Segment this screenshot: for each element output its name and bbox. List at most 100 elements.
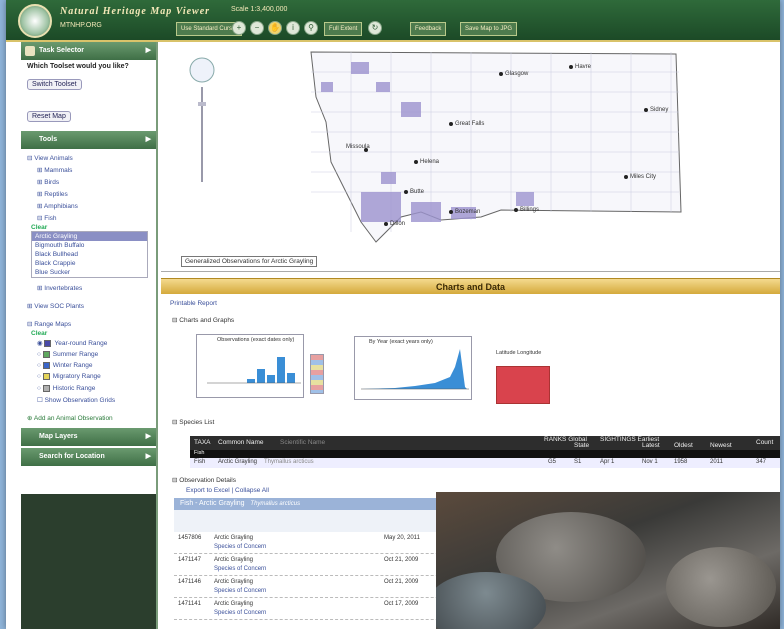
city-label: Butte <box>410 189 425 195</box>
chevron-right-icon: ▶ <box>145 432 151 440</box>
charts-graphs-label: Charts and Graphs <box>179 317 235 324</box>
obs-date: May 20, 2011 <box>384 535 420 541</box>
zoom-out-icon[interactable]: − <box>250 21 264 35</box>
switch-toolset-button[interactable]: Switch Toolset <box>27 79 82 90</box>
refresh-icon[interactable]: ↻ <box>368 21 382 35</box>
obs-id: 1471147 <box>178 557 201 563</box>
range-historic[interactable]: ○ Historic Range <box>21 383 156 394</box>
full-extent-button[interactable]: Full Extent <box>324 22 363 36</box>
table-row[interactable]: 1471147 Arctic Grayling Oct 21, 2009 Spe… <box>174 556 474 576</box>
tree-reptiles[interactable]: ⊞ Reptiles <box>21 188 156 200</box>
table-row[interactable]: 1457806 Arctic Grayling May 20, 2011 Spe… <box>174 534 474 554</box>
col-state: State <box>574 442 590 449</box>
range-swatch <box>42 351 50 358</box>
table-row[interactable]: 1471141 Arctic Grayling Oct 17, 2009 Spe… <box>174 600 474 620</box>
city-label: Miles City <box>630 174 656 180</box>
obs-id: 1471141 <box>178 601 201 607</box>
range-label: Historic Range <box>52 384 96 392</box>
cell: Apr 1 <box>600 459 615 465</box>
cell: 347 <box>756 459 767 465</box>
rock-shape <box>666 547 776 627</box>
tree-item-label: Mammals <box>44 167 73 174</box>
cell: 2011 <box>710 459 723 465</box>
cell: Nov 1 <box>642 459 658 465</box>
range-swatch <box>42 362 50 370</box>
app-title: Natural Heritage Map Viewer <box>60 6 211 17</box>
obs-id: 1457806 <box>178 535 202 541</box>
species-item[interactable]: Black Crappie <box>32 259 147 268</box>
measure-icon[interactable]: ⚲ <box>304 21 318 35</box>
fish-group-row: Fish <box>190 450 780 458</box>
charts-and-data-title: Charts and Data <box>435 282 506 292</box>
charts-graphs-toggle[interactable]: ⊟ Charts and Graphs <box>172 316 234 324</box>
tree-soc-plants[interactable]: ⊞ View SOC Plants <box>21 300 156 312</box>
range-label: Migratory Range <box>52 373 101 381</box>
montana-map[interactable]: Glasgow Havre Sidney Great Falls Missoul… <box>161 42 780 272</box>
table-row[interactable]: Fish Arctic Grayling Thymallus arcticus … <box>190 458 780 468</box>
map-layers-label: Map Layers <box>39 432 78 440</box>
pan-icon[interactable]: ✋ <box>268 21 282 35</box>
task-selector-header[interactable]: Task Selector ▶ <box>21 42 156 60</box>
chart2-svg <box>361 349 469 390</box>
range-year-round[interactable]: ◉ Year-round Range <box>21 337 156 349</box>
tree-item-label: Fish <box>44 215 57 222</box>
range-swatch <box>42 373 50 381</box>
clear-range-link[interactable]: Clear <box>21 330 156 337</box>
tree-invertebrates[interactable]: ⊞ Invertebrates <box>21 282 156 294</box>
obs-name: Arctic Grayling <box>214 535 254 541</box>
obs-name: Arctic Grayling <box>214 601 254 607</box>
zoom-in-icon[interactable]: + <box>232 21 246 35</box>
tree-amphibians[interactable]: ⊞ Amphibians <box>21 200 156 212</box>
clear-species-link[interactable]: Clear <box>21 224 156 231</box>
map-layers-header[interactable]: Map Layers ▶ <box>21 427 156 446</box>
add-observation-link[interactable]: ⊕ Add an Animal Observation <box>21 412 156 424</box>
range-summer[interactable]: ○ Summer Range <box>21 349 156 360</box>
tools-header[interactable]: Tools ▶ <box>21 131 156 149</box>
task-selector-icon <box>25 46 35 56</box>
city-label: Dillon <box>390 221 405 227</box>
obs-soc: Species of Concern <box>214 588 267 594</box>
range-label: Show Observation Grids <box>44 396 116 404</box>
show-grids-checkbox[interactable]: ☐ Show Observation Grids <box>21 394 156 406</box>
save-map-button[interactable]: Save Map to JPG <box>460 22 518 36</box>
tree-view-animals[interactable]: ⊟ View Animals <box>21 152 156 164</box>
species-item[interactable]: Black Bullhead <box>32 250 147 259</box>
city-label: Billings <box>520 207 539 213</box>
top-toolbar: Natural Heritage Map Viewer MTNHP.ORG Sc… <box>6 0 780 42</box>
sidebar-empty-area <box>21 494 156 629</box>
cell: Fish <box>194 459 206 465</box>
tree-range-maps[interactable]: ⊟ Range Maps <box>21 318 156 330</box>
observation-details-toggle[interactable]: ⊟ Observation Details <box>172 476 236 484</box>
observation-details-label: Observation Details <box>179 477 236 484</box>
col-common-name: Common Name <box>218 439 264 446</box>
tree-mammals[interactable]: ⊞ Mammals <box>21 164 156 176</box>
charts-and-data-header[interactable]: Charts and Data <box>161 278 780 294</box>
species-item[interactable]: Blue Sucker <box>32 268 147 277</box>
obs-group-sci: Thymallus arcticus <box>250 501 301 507</box>
obs-soc: Species of Concern <box>214 566 267 572</box>
reset-map-button[interactable]: Reset Map <box>27 111 71 122</box>
species-list-toggle[interactable]: ⊟ Species List <box>172 418 214 426</box>
printable-report-link[interactable]: Printable Report <box>170 300 217 307</box>
info-icon[interactable]: i <box>286 21 300 35</box>
species-list-label: Species List <box>179 419 215 426</box>
feedback-button[interactable]: Feedback <box>410 22 447 36</box>
range-migratory[interactable]: ○ Migratory Range <box>21 371 156 382</box>
obs-soc: Species of Concern <box>214 610 267 616</box>
tree-birds[interactable]: ⊞ Birds <box>21 176 156 188</box>
sidebar: Task Selector ▶ Which Toolset would you … <box>21 42 158 629</box>
chevron-right-icon: ▶ <box>145 452 151 460</box>
species-item-selected[interactable]: Arctic Grayling <box>32 232 147 241</box>
table-row[interactable]: 1471146 Arctic Grayling Oct 21, 2009 Spe… <box>174 578 474 598</box>
range-winter[interactable]: ○ Winter Range <box>21 360 156 371</box>
search-location-header[interactable]: Search for Location ▶ <box>21 447 156 466</box>
species-item[interactable]: Bigmouth Buffalo <box>32 241 147 250</box>
species-listbox[interactable]: Arctic Grayling Bigmouth Buffalo Black B… <box>31 231 148 278</box>
observations-by-month-chart: Observations (exact dates only) <box>196 334 304 398</box>
map-view[interactable]: Glasgow Havre Sidney Great Falls Missoul… <box>161 42 780 272</box>
city-label: Helena <box>420 159 440 165</box>
export-collapse-links[interactable]: Export to Excel | Collapse All <box>186 487 269 494</box>
tree-fish[interactable]: ⊟ Fish <box>21 212 156 224</box>
elevation-chart <box>496 366 550 404</box>
generalized-observations-button[interactable]: Generalized Observations for Arctic Gray… <box>181 256 318 267</box>
